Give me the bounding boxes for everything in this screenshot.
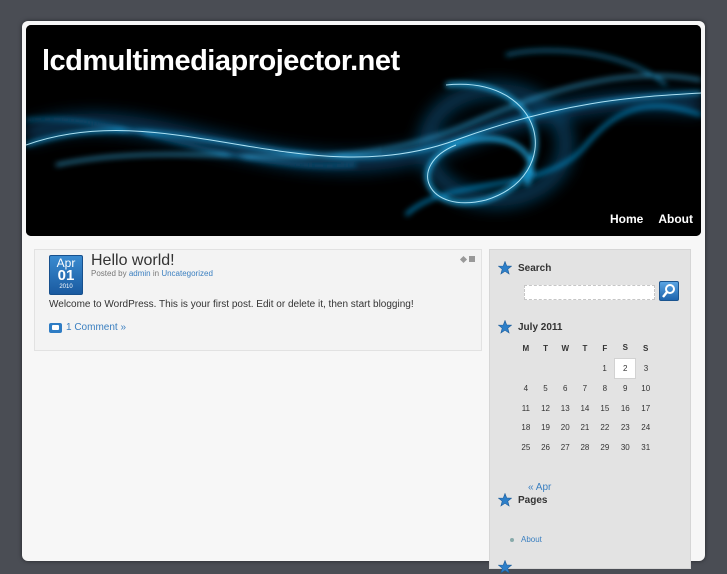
calendar-day: 23	[620, 423, 630, 433]
sidebar: Search July 2011 M T W T F S S 1 2 3 4 5…	[489, 249, 691, 574]
calendar-week: 123	[516, 357, 656, 379]
calendar-day: 8	[602, 384, 608, 393]
search-button[interactable]	[659, 281, 679, 301]
calendar-day: 18	[521, 423, 531, 433]
pages-list: About	[510, 535, 542, 544]
main-nav: Home About	[610, 212, 693, 226]
calendar-day: 4	[523, 384, 529, 393]
print-icon[interactable]	[469, 256, 475, 262]
weekday-header: T	[582, 343, 588, 353]
calendar-day: 22	[600, 423, 610, 433]
search-title: Search	[518, 262, 552, 274]
calendar-day: 10	[641, 384, 651, 393]
calendar-week: 18 19 20 21 22 23 24	[516, 418, 656, 438]
calendar-day: 21	[580, 423, 590, 433]
calendar-title: July 2011	[518, 321, 563, 333]
calendar-day: 11	[521, 403, 530, 413]
calendar-prev-link[interactable]: « Apr	[528, 482, 551, 493]
calendar-day: 16	[620, 403, 630, 413]
calendar-body: 1 2 3 4 5 6 7 8 9 10 11 12 13 14 15 16 17 18 19 20 21 22 23 24 2…	[516, 357, 656, 458]
page-container: lcdmultimediaprojector.net Home About Ap…	[22, 21, 705, 574]
calendar-table: M T W T F S S 1 2 3 4 5 6 7 8 9 10 11 12 13 14 15 16 17 1…	[516, 338, 656, 457]
star-icon	[498, 320, 512, 334]
post-date-year: 2010	[59, 284, 73, 290]
calendar-day: 12	[541, 403, 550, 413]
calendar-day: 29	[600, 442, 610, 452]
calendar-day: 6	[562, 384, 568, 393]
calendar-day: 13	[560, 403, 570, 413]
weekday-header: S	[643, 343, 649, 353]
weekday-header: W	[561, 343, 569, 353]
calendar-empty-cell	[516, 358, 536, 379]
post-category-link[interactable]: Uncategorized	[161, 269, 213, 278]
calendar-empty-cell	[575, 358, 595, 379]
calendar-day: 7	[582, 384, 588, 393]
calendar-day: 17	[641, 403, 651, 413]
expand-icon[interactable]	[459, 255, 468, 264]
weekday-header: F	[602, 343, 608, 353]
search-input[interactable]	[524, 285, 655, 300]
calendar-week: 11 12 13 14 15 16 17	[516, 399, 656, 419]
magnifier-icon	[662, 284, 675, 298]
post-date-day: 01	[57, 267, 75, 284]
calendar-weekdays: M T W T F S S	[516, 338, 656, 358]
calendar-day: 3	[643, 363, 649, 373]
pages-title: Pages	[518, 494, 548, 506]
post-author-link[interactable]: admin	[129, 269, 151, 278]
nav-home[interactable]: Home	[610, 212, 643, 226]
calendar-day: 30	[620, 442, 630, 452]
calendar-day: 27	[560, 442, 570, 452]
weekday-header: M	[522, 343, 530, 353]
calendar-day: 19	[541, 423, 550, 433]
next-widget-title	[498, 560, 512, 574]
calendar-day: 24	[641, 423, 651, 433]
calendar-widget-title: July 2011	[498, 320, 562, 334]
calendar-week: 4 5 6 7 8 9 10	[516, 379, 656, 399]
post-meta: Posted by admin in Uncategorized	[91, 269, 213, 278]
post-meta-prefix: Posted by	[91, 269, 127, 278]
calendar-day: 2	[614, 357, 637, 379]
post-content: Welcome to WordPress. This is your first…	[49, 299, 414, 310]
post-hello-world: Apr 01 2010 Hello world! Posted by admin…	[34, 249, 482, 351]
star-icon	[498, 261, 512, 275]
calendar-day: 28	[580, 442, 590, 452]
calendar-empty-cell	[536, 358, 556, 379]
post-comments: 1 Comment »	[49, 322, 126, 333]
post-meta-in: in	[152, 269, 160, 278]
calendar-empty-cell	[555, 358, 575, 379]
search-widget-title: Search	[498, 261, 551, 275]
star-icon	[498, 493, 512, 507]
calendar-day: 9	[623, 384, 628, 394]
pages-list-item: About	[510, 535, 542, 544]
comments-link[interactable]: 1 Comment »	[66, 322, 126, 333]
site-title[interactable]: lcdmultimediaprojector.net	[42, 45, 400, 78]
post-title[interactable]: Hello world!	[91, 252, 175, 270]
nav-about[interactable]: About	[658, 212, 693, 226]
calendar-day: 26	[541, 442, 550, 452]
calendar-week: 25 26 27 28 29 30 31	[516, 438, 656, 458]
weekday-header: T	[543, 343, 548, 353]
calendar-day: 1	[602, 363, 607, 373]
pages-widget-title: Pages	[498, 493, 547, 507]
post-date-badge: Apr 01 2010	[49, 255, 83, 295]
page-link-about[interactable]: About	[521, 535, 542, 544]
post-actions	[459, 255, 475, 264]
calendar-day: 31	[641, 442, 651, 452]
weekday-header: S	[622, 343, 628, 353]
calendar-day: 25	[521, 442, 531, 452]
calendar-day: 14	[580, 403, 590, 413]
star-icon	[498, 560, 512, 574]
calendar-day: 20	[560, 423, 570, 433]
calendar-day: 15	[600, 403, 610, 413]
calendar-day: 5	[543, 384, 548, 393]
speech-bubble-icon	[49, 322, 62, 333]
site-header: lcdmultimediaprojector.net Home About	[26, 25, 701, 236]
